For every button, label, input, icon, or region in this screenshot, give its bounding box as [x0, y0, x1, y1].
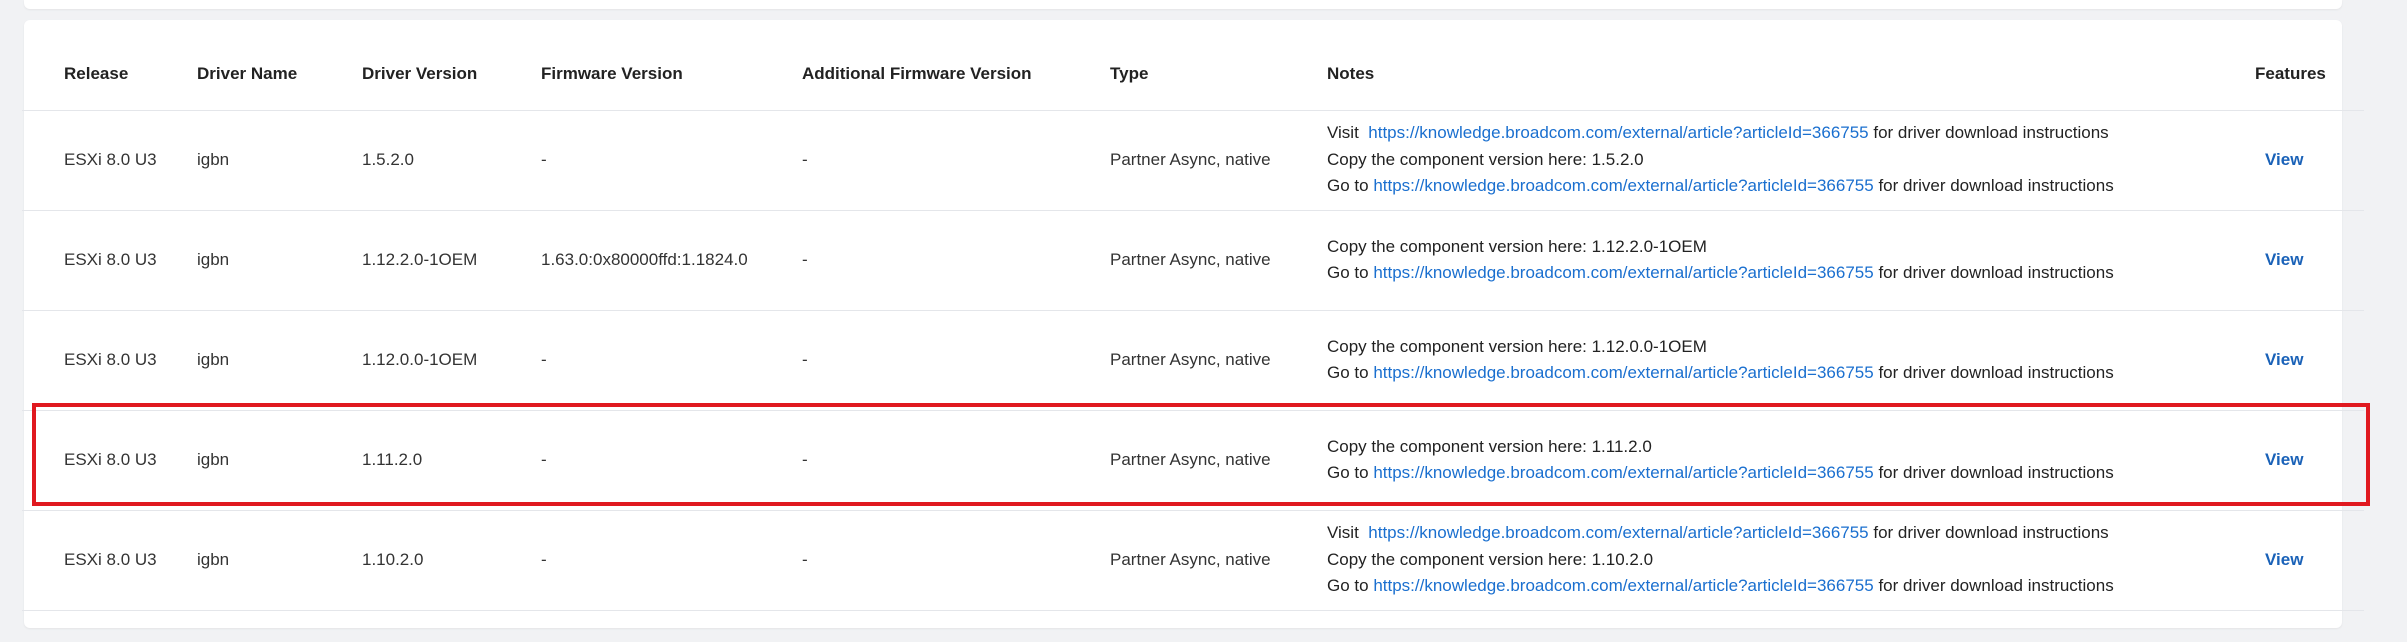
type-cell: Partner Async, native — [1110, 450, 1271, 469]
goto-note: Go to https://knowledge.broadcom.com/ext… — [1327, 360, 2114, 387]
type-cell: Partner Async, native — [1110, 550, 1271, 569]
features-cell: View — [2265, 110, 2303, 210]
header-driver-version[interactable]: Driver Version — [362, 38, 477, 110]
features-cell: View — [2265, 310, 2303, 410]
header-additional-firmware-version[interactable]: Additional Firmware Version — [802, 38, 1032, 110]
goto-suffix: for driver download instructions — [1878, 463, 2114, 482]
additional-firmware-version-cell: - — [802, 450, 808, 469]
driver-version-cell: 1.12.2.0-1OEM — [362, 250, 478, 269]
kb-article-link[interactable]: https://knowledge.broadcom.com/external/… — [1373, 463, 1873, 482]
view-features-link[interactable]: View — [2265, 450, 2303, 470]
notes-cell: Copy the component version here: 1.12.0.… — [1327, 310, 2114, 410]
type-cell: Partner Async, native — [1110, 250, 1271, 269]
release-cell: ESXi 8.0 U3 — [64, 250, 157, 269]
driver-name-cell: igbn — [197, 450, 230, 469]
additional-firmware-version-cell: - — [802, 550, 808, 569]
goto-note: Go to https://knowledge.broadcom.com/ext… — [1327, 173, 2114, 200]
table-row: ESXi 8.0 U3 igbn 1.12.0.0-1OEM - - Partn… — [22, 310, 2364, 411]
goto-prefix: Go to — [1327, 176, 1369, 196]
kb-article-link[interactable]: https://knowledge.broadcom.com/external/… — [1373, 363, 1873, 382]
firmware-version-cell: - — [541, 550, 547, 569]
notes-cell: Copy the component version here: 1.11.2.… — [1327, 410, 2114, 510]
notes-cell: Visit https://knowledge.broadcom.com/ext… — [1327, 510, 2114, 610]
additional-firmware-version-cell: - — [802, 350, 808, 369]
header-features[interactable]: Features — [2255, 38, 2326, 110]
release-cell: ESXi 8.0 U3 — [64, 550, 157, 569]
goto-prefix: Go to — [1327, 576, 1369, 596]
goto-suffix: for driver download instructions — [1878, 576, 2114, 596]
header-driver-name[interactable]: Driver Name — [197, 38, 297, 110]
visit-prefix: Visit — [1327, 123, 1359, 143]
goto-prefix: Go to — [1327, 363, 1369, 382]
header-firmware-version[interactable]: Firmware Version — [541, 38, 683, 110]
features-cell: View — [2265, 510, 2303, 610]
table-row: ESXi 8.0 U3 igbn 1.5.2.0 - - Partner Asy… — [22, 110, 2364, 211]
notes-cell: Visit https://knowledge.broadcom.com/ext… — [1327, 110, 2114, 210]
copy-version-note: Copy the component version here: 1.12.0.… — [1327, 336, 1707, 356]
view-features-link[interactable]: View — [2265, 250, 2303, 270]
additional-firmware-version-cell: - — [802, 250, 808, 269]
driver-name-cell: igbn — [197, 350, 230, 369]
type-cell: Partner Async, native — [1110, 150, 1271, 169]
type-cell: Partner Async, native — [1110, 350, 1271, 369]
goto-note: Go to https://knowledge.broadcom.com/ext… — [1327, 573, 2114, 600]
table-header-row: Release Driver Name Driver Version Firmw… — [22, 38, 2364, 111]
kb-article-link[interactable]: https://knowledge.broadcom.com/external/… — [1373, 263, 1873, 282]
goto-note: Go to https://knowledge.broadcom.com/ext… — [1327, 260, 2114, 287]
copy-version-note: Copy the component version here: 1.10.2.… — [1327, 549, 1654, 569]
goto-prefix: Go to — [1327, 463, 1369, 482]
copy-version-note: Copy the component version here: 1.11.2.… — [1327, 436, 1652, 456]
release-cell: ESXi 8.0 U3 — [64, 450, 157, 469]
firmware-version-cell: - — [541, 350, 547, 369]
view-features-link[interactable]: View — [2265, 150, 2303, 170]
visit-suffix: for driver download instructions — [1873, 523, 2109, 543]
kb-article-link[interactable]: https://knowledge.broadcom.com/external/… — [1368, 523, 1868, 542]
features-cell: View — [2265, 210, 2303, 310]
header-notes[interactable]: Notes — [1327, 38, 1374, 110]
driver-name-cell: igbn — [197, 150, 230, 169]
firmware-version-cell: 1.63.0:0x80000ffd:1.1824.0 — [541, 250, 748, 269]
copy-version-note: Copy the component version here: 1.12.2.… — [1327, 236, 1707, 256]
firmware-version-cell: - — [541, 450, 547, 469]
visit-note: Visit https://knowledge.broadcom.com/ext… — [1327, 520, 2109, 547]
driver-version-cell: 1.10.2.0 — [362, 550, 424, 569]
table-row: ESXi 8.0 U3 igbn 1.11.2.0 - - Partner As… — [22, 410, 2364, 511]
additional-firmware-version-cell: - — [802, 150, 808, 169]
view-features-link[interactable]: View — [2265, 350, 2303, 370]
driver-version-cell: 1.11.2.0 — [362, 450, 423, 469]
driver-name-cell: igbn — [197, 550, 230, 569]
features-cell: View — [2265, 410, 2303, 510]
driver-version-cell: 1.12.0.0-1OEM — [362, 350, 478, 369]
visit-suffix: for driver download instructions — [1873, 123, 2109, 143]
firmware-version-cell: - — [541, 150, 547, 169]
goto-suffix: for driver download instructions — [1878, 363, 2114, 382]
notes-cell: Copy the component version here: 1.12.2.… — [1327, 210, 2114, 310]
kb-article-link[interactable]: https://knowledge.broadcom.com/external/… — [1373, 176, 1873, 195]
goto-suffix: for driver download instructions — [1878, 263, 2114, 282]
header-release[interactable]: Release — [64, 38, 128, 110]
driver-name-cell: igbn — [197, 250, 230, 269]
table-row: ESXi 8.0 U3 igbn 1.10.2.0 - - Partner As… — [22, 510, 2364, 611]
goto-suffix: for driver download instructions — [1878, 176, 2114, 196]
kb-article-link[interactable]: https://knowledge.broadcom.com/external/… — [1373, 576, 1873, 595]
goto-prefix: Go to — [1327, 263, 1369, 282]
previous-card-edge — [24, 0, 2342, 9]
view-features-link[interactable]: View — [2265, 550, 2303, 570]
copy-version-note: Copy the component version here: 1.5.2.0 — [1327, 149, 1644, 169]
header-type[interactable]: Type — [1110, 38, 1148, 110]
table-row: ESXi 8.0 U3 igbn 1.12.2.0-1OEM 1.63.0:0x… — [22, 210, 2364, 311]
release-cell: ESXi 8.0 U3 — [64, 150, 157, 169]
kb-article-link[interactable]: https://knowledge.broadcom.com/external/… — [1368, 123, 1868, 142]
driver-version-cell: 1.5.2.0 — [362, 150, 414, 169]
goto-note: Go to https://knowledge.broadcom.com/ext… — [1327, 460, 2114, 487]
visit-prefix: Visit — [1327, 523, 1359, 543]
release-cell: ESXi 8.0 U3 — [64, 350, 157, 369]
visit-note: Visit https://knowledge.broadcom.com/ext… — [1327, 120, 2109, 147]
